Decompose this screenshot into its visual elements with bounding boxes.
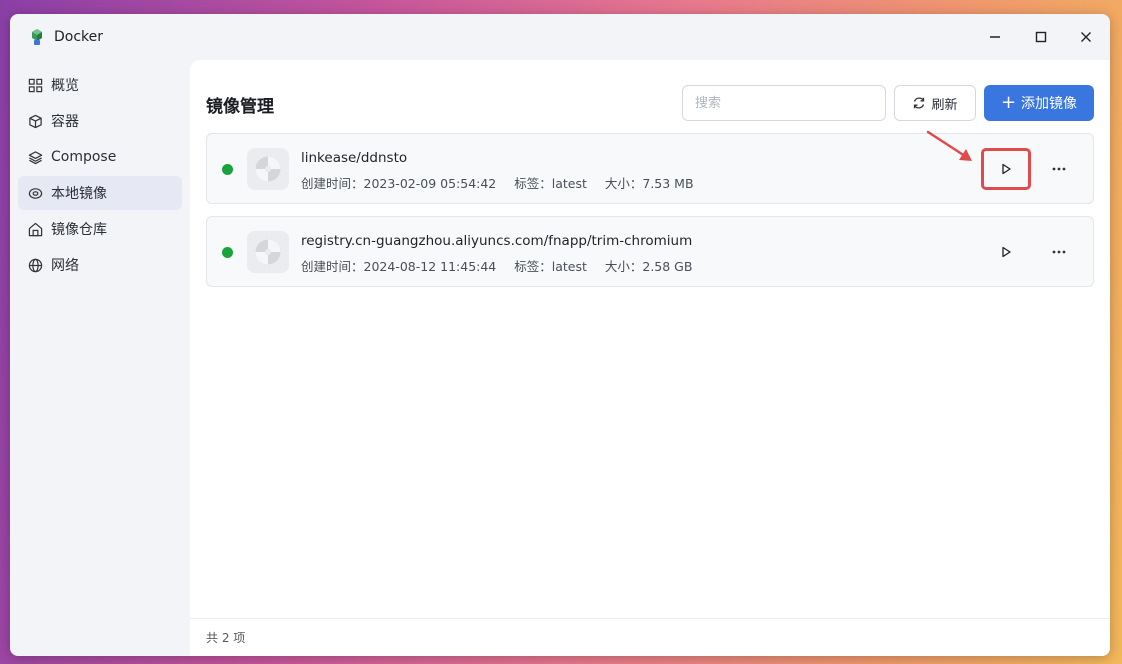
image-list-item[interactable]: registry.cn-guangzhou.aliyuncs.com/fnapp…	[206, 216, 1094, 287]
close-icon	[1081, 32, 1091, 42]
item-count: 共 2 项	[206, 631, 246, 645]
add-image-label: 添加镜像	[1021, 96, 1078, 112]
sidebar-item-compose[interactable]: Compose	[18, 140, 182, 174]
image-size: 大小：7.53 MB	[604, 176, 694, 191]
layers-icon	[28, 150, 43, 164]
refresh-label: 刷新	[931, 97, 958, 113]
more-icon	[1052, 167, 1066, 171]
image-tag: 标签：latest	[514, 259, 587, 274]
search-input[interactable]	[682, 85, 886, 121]
globe-icon	[28, 258, 43, 272]
sidebar-item-label: Compose	[51, 149, 117, 165]
image-created: 创建时间：2023-02-09 05:54:42	[301, 176, 497, 191]
minimize-button[interactable]	[984, 26, 1006, 48]
minimize-icon	[990, 36, 1000, 38]
maximize-button[interactable]	[1030, 26, 1052, 48]
grid-icon	[28, 78, 43, 92]
docker-window: Docker 概览 容器 Compose 本地镜像 镜像仓库 网络 镜像管理 搜…	[10, 14, 1110, 656]
status-indicator	[222, 247, 233, 258]
image-disc-icon	[247, 148, 289, 190]
sidebar-item-label: 容器	[51, 114, 79, 130]
more-options-button[interactable]	[1041, 156, 1077, 182]
annotation-arrow-icon	[926, 130, 972, 161]
sidebar-item-registry[interactable]: 镜像仓库	[18, 212, 182, 246]
image-meta: 创建时间：2023-02-09 05:54:42 标签：latest 大小：7.…	[301, 173, 708, 192]
image-meta: 创建时间：2024-08-12 11:45:44 标签：latest 大小：2.…	[301, 256, 706, 275]
sidebar-item-label: 概览	[51, 78, 79, 94]
title-bar: Docker	[10, 14, 1110, 60]
sidebar-item-label: 网络	[51, 258, 79, 274]
play-icon	[1002, 163, 1011, 175]
close-button[interactable]	[1075, 26, 1097, 48]
run-button[interactable]	[981, 148, 1031, 190]
footer: 共 2 项	[190, 618, 1110, 656]
sidebar-item-overview[interactable]: 概览	[18, 68, 182, 102]
refresh-icon	[914, 97, 925, 109]
more-options-button[interactable]	[1041, 239, 1077, 265]
warehouse-icon	[28, 222, 43, 236]
image-name: registry.cn-guangzhou.aliyuncs.com/fnapp…	[301, 233, 693, 249]
refresh-button[interactable]: 刷新	[894, 85, 976, 121]
sidebar-item-label: 镜像仓库	[51, 222, 107, 238]
image-name: linkease/ddnsto	[301, 150, 408, 166]
more-icon	[1052, 250, 1066, 254]
sidebar: 概览 容器 Compose 本地镜像 镜像仓库 网络	[18, 68, 182, 284]
page-title: 镜像管理	[206, 97, 274, 117]
sidebar-item-containers[interactable]: 容器	[18, 104, 182, 138]
add-image-button[interactable]: + 添加镜像	[984, 85, 1094, 121]
image-disc-icon	[247, 231, 289, 273]
sidebar-item-local-images[interactable]: 本地镜像	[18, 176, 182, 210]
sidebar-item-network[interactable]: 网络	[18, 248, 182, 282]
run-button[interactable]	[981, 231, 1031, 273]
status-indicator	[222, 164, 233, 175]
image-created: 创建时间：2024-08-12 11:45:44	[301, 259, 497, 274]
docker-app-icon	[28, 28, 46, 46]
maximize-icon	[1035, 31, 1047, 43]
window-title: Docker	[54, 29, 104, 45]
image-tag: 标签：latest	[514, 176, 587, 191]
cube-icon	[29, 114, 42, 128]
plus-icon: +	[1000, 92, 1017, 113]
sidebar-item-label: 本地镜像	[51, 186, 107, 202]
disk-icon	[28, 187, 43, 199]
play-icon	[1002, 246, 1011, 258]
image-size: 大小：2.58 GB	[604, 259, 693, 274]
